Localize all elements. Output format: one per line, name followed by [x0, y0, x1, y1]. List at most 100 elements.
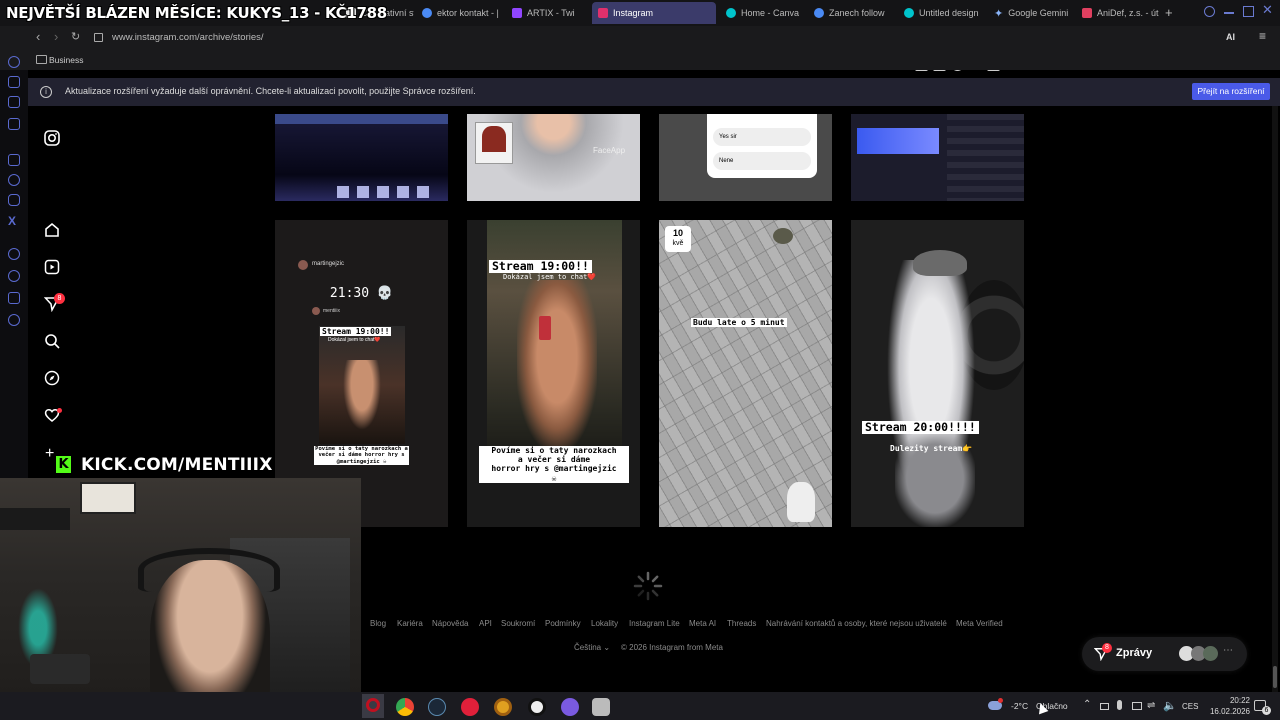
clock[interactable]: 20:22 16.02.2026 [1202, 695, 1250, 717]
footer-link-blog[interactable]: Blog [370, 619, 386, 628]
app-yellow-icon[interactable] [494, 698, 512, 716]
twitch-icon [512, 8, 522, 18]
page-scrollbar[interactable] [1272, 106, 1278, 692]
create-icon[interactable]: + [45, 445, 54, 463]
url-field[interactable]: www.instagram.com/archive/stories/ [112, 32, 264, 43]
reels-icon[interactable] [42, 257, 62, 277]
maximize-icon[interactable] [1243, 6, 1254, 17]
story-username: martingejzic [312, 261, 345, 267]
address-bar: ‹ › ↻ www.instagram.com/archive/stories/… [0, 26, 1280, 71]
story-thumbnail[interactable]: FaceApp [467, 114, 640, 201]
back-icon[interactable]: ‹ [36, 29, 40, 44]
volume-icon[interactable]: 🔈 [1163, 699, 1177, 712]
story-thumbnail[interactable] [851, 114, 1024, 201]
footer-link-threads[interactable]: Threads [727, 619, 756, 628]
app-record-icon[interactable] [528, 698, 546, 716]
history-icon[interactable] [8, 270, 20, 282]
search-tabs-icon[interactable] [1204, 6, 1215, 17]
story-image-drain [773, 228, 793, 244]
footer-link-meta-verified[interactable]: Meta Verified [956, 619, 1003, 628]
tab-instagram[interactable]: Instagram [592, 2, 716, 24]
opera-sync-icon[interactable] [8, 56, 20, 68]
story-thumbnail[interactable] [275, 114, 448, 201]
tab-gemini[interactable]: ✦ Google Gemini [988, 2, 1074, 24]
tab-kontakt[interactable]: ektor kontakt - | [416, 2, 504, 24]
minimize-icon[interactable] [1224, 12, 1234, 14]
speed-dial-icon[interactable] [8, 96, 20, 108]
footer-link-lokality[interactable]: Lokality [591, 619, 618, 628]
tab-artix-twitch[interactable]: ARTIX - Twi [506, 2, 590, 24]
footer-link-kariera[interactable]: Kariéra [397, 619, 423, 628]
close-icon[interactable]: ✕ [1262, 2, 1273, 18]
x-twitter-icon[interactable]: X [8, 214, 16, 228]
avatar [1203, 646, 1218, 661]
tab-zanech-follow[interactable]: Zanech follow [808, 2, 896, 24]
loading-spinner-icon [632, 570, 664, 602]
date-day: 10 [672, 228, 683, 238]
chrome-icon[interactable] [396, 698, 414, 716]
home-icon[interactable] [42, 220, 62, 240]
forward-icon[interactable]: › [54, 29, 58, 44]
youtube-music-icon[interactable] [461, 698, 479, 716]
whatsapp-icon[interactable] [8, 174, 20, 186]
new-tab-button[interactable]: + [1165, 5, 1173, 20]
footer-link-podminky[interactable]: Podmínky [545, 619, 581, 628]
chevron-up-icon[interactable]: ⌃ [1083, 699, 1091, 710]
taskbar-active-app[interactable] [362, 694, 384, 718]
clock-date: 16.02.2026 [1209, 707, 1250, 716]
footer-link-meta-ai[interactable]: Meta AI [689, 619, 716, 628]
kick-url-overlay: KICK.COM/MENTIIIX [81, 455, 273, 475]
messenger-icon[interactable] [8, 118, 20, 130]
notification-badge: 8 [54, 293, 65, 304]
player-sidebar-icon[interactable] [8, 248, 20, 260]
reload-icon[interactable]: ↻ [71, 30, 80, 43]
story-thumbnail[interactable]: Yes sir Nene [659, 114, 832, 201]
tab-untitled-design[interactable]: Untitled design [898, 2, 986, 24]
scrollbar-thumb[interactable] [1273, 666, 1277, 688]
steam-icon[interactable] [428, 698, 446, 716]
display-icon[interactable] [1132, 702, 1142, 710]
messages-label: Zprávy [1116, 647, 1153, 659]
language-label: Čeština [574, 643, 602, 652]
search-icon[interactable] [42, 331, 62, 351]
story-thumbnail[interactable]: Stream 19:00!! Dokázal jsem to chat❤️ Po… [467, 220, 640, 527]
downloads-sidebar-icon[interactable] [8, 292, 20, 304]
google-icon [814, 8, 824, 18]
explore-icon[interactable] [42, 368, 62, 388]
story-image-card [475, 122, 513, 164]
footer-link-instagram-lite[interactable]: Instagram Lite [629, 619, 680, 628]
weather-temp[interactable]: -2°C [1011, 701, 1028, 711]
app-shield-icon[interactable] [592, 698, 610, 716]
settings-gear-icon[interactable] [8, 314, 20, 326]
weather-alert-dot [998, 698, 1003, 703]
avatar [312, 307, 320, 315]
footer-link-api[interactable]: API [479, 619, 492, 628]
tab-anidef[interactable]: AniDef, z.s. - út [1076, 2, 1162, 24]
poll-option: Yes sir [713, 128, 811, 146]
webcam-desk-item [30, 654, 90, 684]
footer-link-contacts[interactable]: Nahrávání kontaktů a osoby, které nejsou… [766, 619, 947, 628]
microphone-icon[interactable] [1117, 700, 1122, 710]
messages-button[interactable]: 8 Zprávy ⋯ [1082, 637, 1247, 671]
twitch-sidebar-icon[interactable] [8, 154, 20, 166]
input-language[interactable]: CES [1182, 702, 1198, 711]
network-icon[interactable]: ⇌ [1147, 700, 1155, 711]
instagram-logo-icon[interactable] [42, 128, 62, 148]
menu-icon[interactable]: ≡ [1259, 29, 1266, 43]
stream-banner: NEJVĚTŠÍ BLÁZEN MĚSÍCE: KUKYS_13 - KČ178… [6, 4, 387, 22]
ai-button[interactable]: AI [1226, 32, 1235, 42]
language-select[interactable]: Čeština ⌄ [574, 643, 610, 652]
footer-link-napoveda[interactable]: Nápověda [432, 619, 468, 628]
go-to-extensions-button[interactable]: Přejít na rozšíření [1192, 83, 1270, 100]
story-thumbnail[interactable]: 10 kvě Budu late o 5 minut [659, 220, 832, 527]
tray-app-icon[interactable] [1100, 703, 1109, 710]
aria-icon[interactable] [8, 76, 20, 88]
app-purple-icon[interactable] [561, 698, 579, 716]
faceapp-watermark: FaceApp [593, 146, 626, 155]
footer-link-soukromi[interactable]: Soukromí [501, 619, 535, 628]
webcam-wall-frame [80, 482, 136, 514]
bookmark-folder-business[interactable]: Business [49, 55, 84, 65]
tab-canva[interactable]: Home - Canva [720, 2, 806, 24]
story-thumbnail[interactable]: Stream 20:00!!!! Dulezity stream👉 [851, 220, 1024, 527]
instagram-sidebar-icon[interactable] [8, 194, 20, 206]
